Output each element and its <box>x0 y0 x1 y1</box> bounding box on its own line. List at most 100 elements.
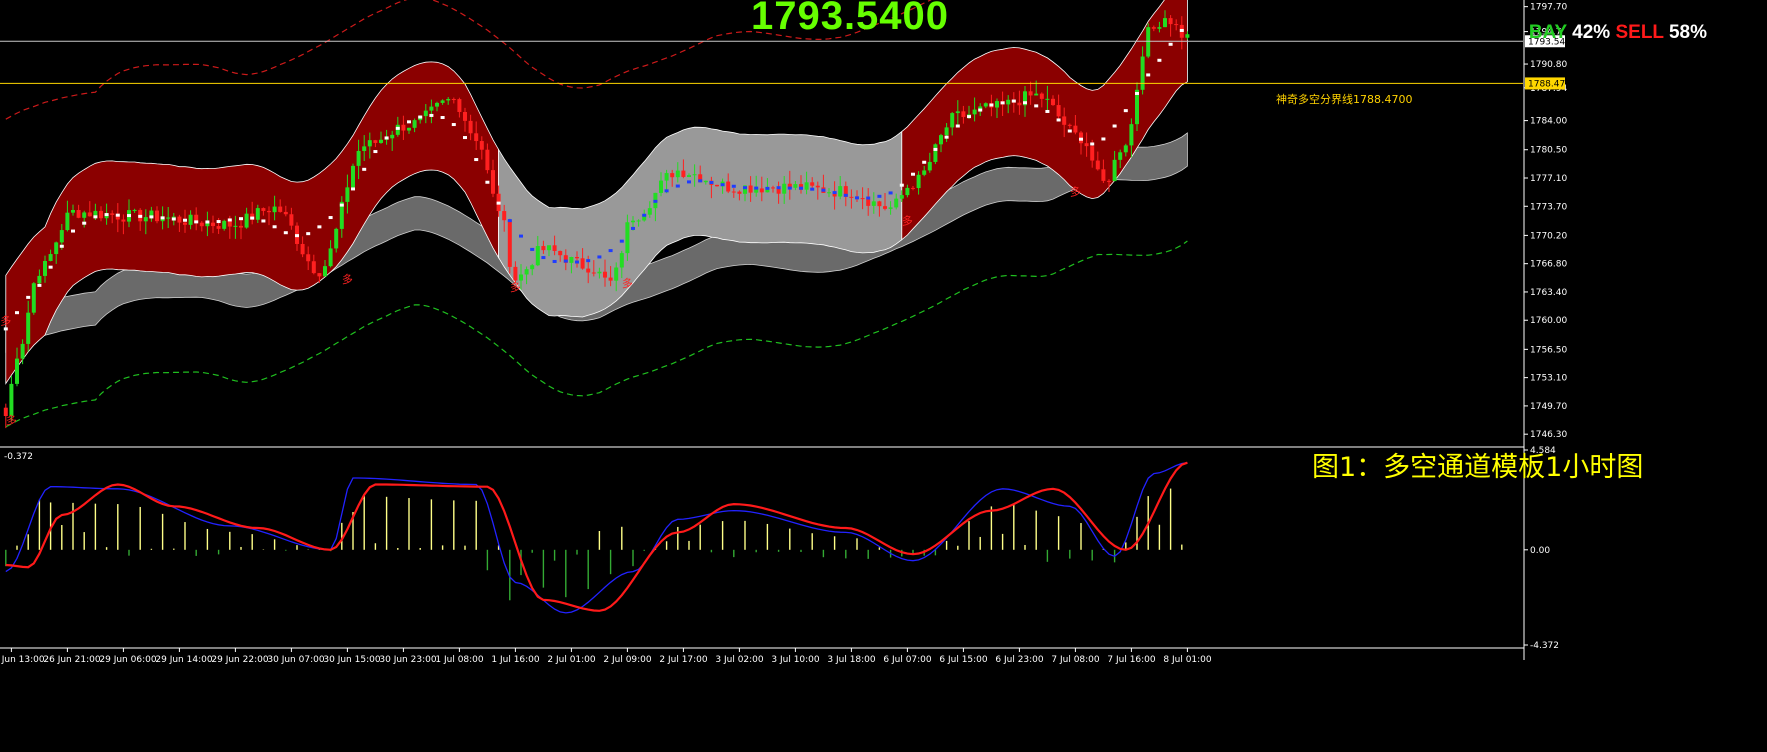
candle-body <box>334 228 339 249</box>
candle-body <box>300 243 305 255</box>
candle-body <box>457 99 462 112</box>
candle-body <box>737 191 742 194</box>
time-tick-label: 8 Jul 01:00 <box>1163 655 1212 665</box>
candle-body <box>619 253 624 268</box>
candle-body <box>26 312 31 344</box>
candle-body <box>507 220 512 267</box>
candle-body <box>283 211 288 215</box>
candle-body <box>603 271 607 278</box>
candle-body <box>675 170 680 178</box>
candle-body <box>591 272 596 274</box>
mid-trend-dot <box>171 217 176 221</box>
mid-trend-dot <box>451 123 456 127</box>
candle-body <box>278 206 283 212</box>
candle-body <box>1101 169 1106 181</box>
price-tick-label: 1753.10 <box>1530 374 1567 384</box>
mid-trend-dot <box>1168 42 1173 46</box>
candle-body <box>659 180 663 193</box>
candle-body <box>463 111 467 121</box>
candle-body <box>1067 124 1072 126</box>
candle-body <box>446 99 451 101</box>
mid-trend-dot <box>877 194 882 198</box>
time-tick-label: 3 Jul 10:00 <box>771 655 820 665</box>
time-tick-label: 26 Jun 21:00 <box>43 655 100 665</box>
candle-body <box>782 183 787 194</box>
current-price-display: 1793.5400 <box>750 0 950 38</box>
mid-trend-dot <box>552 259 557 263</box>
mid-trend-dot <box>619 239 624 243</box>
mid-trend-dot <box>888 191 893 195</box>
candle-body <box>15 358 19 384</box>
signal-marker: 多 <box>510 280 521 294</box>
candle-body <box>239 225 243 228</box>
mid-trend-dot <box>776 186 781 190</box>
mid-trend-dot <box>395 126 400 130</box>
time-tick-label: 29 Jun 22:00 <box>211 655 268 665</box>
candle-body <box>552 245 557 251</box>
candle-body <box>670 173 675 178</box>
candle-body <box>267 210 271 213</box>
candle-body <box>860 198 865 200</box>
candle-body <box>244 213 249 228</box>
mid-trend-dot <box>810 187 815 191</box>
price-tick-label: 1763.40 <box>1530 288 1567 298</box>
candle-body <box>804 182 809 190</box>
candle-body <box>54 242 59 255</box>
mid-trend-dot <box>575 260 579 264</box>
sell-label: SELL <box>1615 22 1664 43</box>
candle-body <box>972 109 977 115</box>
mid-trend-dot <box>384 136 389 140</box>
mid-trend-dot <box>418 115 423 119</box>
mid-trend-dot <box>71 229 75 233</box>
candle-body <box>726 181 731 192</box>
candle-body <box>177 216 182 223</box>
mid-trend-dot <box>407 120 411 124</box>
candle-body <box>435 102 439 107</box>
mid-trend-dot <box>698 179 703 183</box>
mid-trend-dot <box>799 186 803 190</box>
mid-trend-dot <box>82 221 87 225</box>
candle-body <box>955 111 960 114</box>
signal-line <box>5 461 1188 612</box>
mid-trend-dot <box>507 219 512 223</box>
candle-body <box>121 219 126 222</box>
candle-body <box>608 277 613 281</box>
candle-body <box>569 257 574 263</box>
mid-trend-dot <box>541 256 546 260</box>
candle-body <box>1034 93 1039 96</box>
indicator-tick-label: -4.372 <box>1530 641 1559 651</box>
mid-trend-dot <box>1011 99 1016 103</box>
mid-trend-dot <box>429 113 434 117</box>
candle-body <box>1073 125 1078 133</box>
signal-marker: 多 <box>902 214 913 228</box>
mid-trend-dot <box>216 220 221 224</box>
candle-body <box>636 220 641 222</box>
mid-trend-dot <box>227 218 232 222</box>
indicator-tick-label: 0.00 <box>1530 546 1550 556</box>
candle-body <box>440 100 445 103</box>
candle-body <box>849 196 854 198</box>
candle-body <box>171 216 176 218</box>
candle-body <box>451 99 456 101</box>
candle-body <box>894 198 899 208</box>
candle-body <box>351 165 355 188</box>
price-tick-label: 1766.80 <box>1530 260 1567 270</box>
candle-body <box>502 211 507 221</box>
time-tick-label: 2 Jul 09:00 <box>603 655 652 665</box>
candle-body <box>950 113 955 128</box>
candle-body <box>580 258 585 269</box>
candle-body <box>356 150 361 166</box>
mid-trend-dot <box>899 183 904 187</box>
candle-body <box>597 271 602 274</box>
candle-body <box>1062 116 1067 125</box>
candle-body <box>306 254 311 262</box>
mid-trend-dot <box>1101 137 1106 141</box>
mid-trend-dot <box>283 231 288 235</box>
mid-trend-dot <box>843 193 848 197</box>
mid-trend-dot <box>3 327 8 331</box>
mid-trend-dot <box>351 187 355 191</box>
candle-body <box>479 141 484 150</box>
candle-body <box>155 210 159 222</box>
candle-body <box>71 210 75 213</box>
mid-trend-dot <box>485 180 490 184</box>
